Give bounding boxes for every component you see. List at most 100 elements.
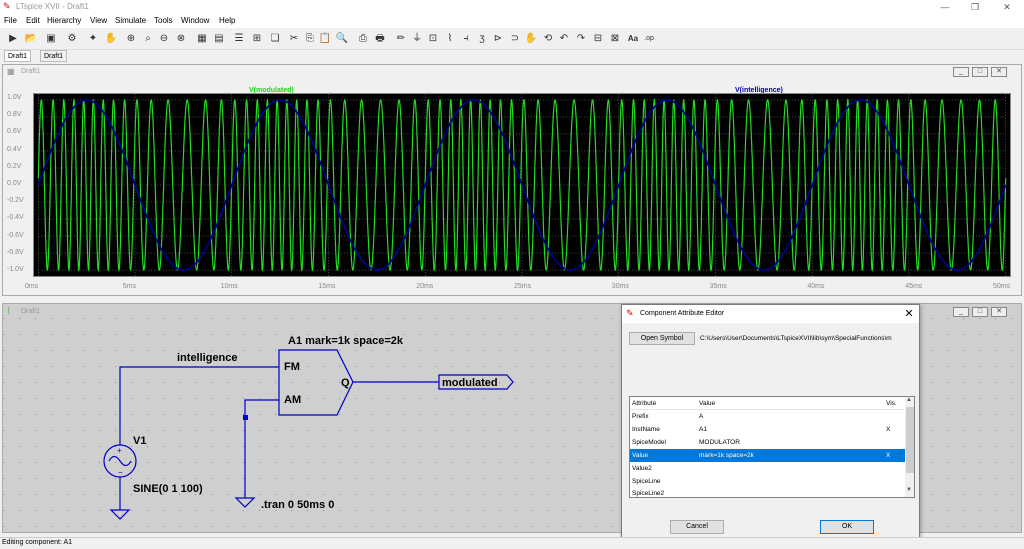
menu-simulate[interactable]: Simulate <box>115 16 146 25</box>
grid-icon[interactable]: ▤ <box>212 32 226 46</box>
scroll-down-icon[interactable]: ▼ <box>906 487 912 493</box>
header-vis[interactable]: Vis. <box>886 397 897 410</box>
y-tick-label: -1.0V <box>7 266 24 273</box>
diode-icon[interactable]: ⊳ <box>491 32 505 46</box>
tab-draft1-schematic[interactable]: Draft1 <box>4 50 32 62</box>
undo-icon[interactable]: ↶ <box>557 32 571 46</box>
rotate-icon[interactable]: ⊟ <box>591 32 605 46</box>
copy-icon[interactable]: ⎘ <box>303 32 317 46</box>
svg-text:−: − <box>118 468 123 477</box>
x-tick-label: 35ms <box>709 283 727 290</box>
find-icon[interactable]: 🔍 <box>335 32 349 46</box>
mirror-icon[interactable]: ⊠ <box>608 32 622 46</box>
minimize-icon[interactable]: _ <box>953 307 969 317</box>
x-tick-label: 50ms <box>993 283 1011 290</box>
redo-icon[interactable]: ↷ <box>574 32 588 46</box>
label-net-icon[interactable]: ⊡ <box>426 32 440 46</box>
menu-view[interactable]: View <box>90 16 107 25</box>
attribute-table[interactable]: Attribute Value Vis. Prefix A InstName A… <box>629 396 915 498</box>
print-icon[interactable]: 🖶 <box>373 32 387 46</box>
cell-value[interactable]: A <box>699 410 703 423</box>
schematic-icon: ⟨ <box>7 306 11 315</box>
waveform-plot[interactable] <box>33 93 1011 277</box>
autorange-icon[interactable]: ▦ <box>195 32 209 46</box>
capacitor-icon[interactable]: ⫞ <box>459 32 473 46</box>
spice-directive[interactable]: .tran 0 50ms 0 <box>261 499 334 511</box>
table-row[interactable]: Value2 <box>630 462 905 475</box>
y-tick-label: 0.4V <box>7 145 22 153</box>
zoom-in-icon[interactable]: ⊕ <box>124 32 138 46</box>
new-schematic-icon[interactable]: ▶ <box>6 32 20 46</box>
save-icon[interactable]: ▣ <box>44 32 58 46</box>
y-tick-label: 0.6V <box>7 128 22 136</box>
tile-horizontal-icon[interactable]: ☰ <box>232 32 246 46</box>
text-icon[interactable]: Aa <box>626 32 640 46</box>
y-tick-label: 0.2V <box>7 162 22 170</box>
net-label-intelligence[interactable]: intelligence <box>177 352 238 364</box>
menu-edit[interactable]: Edit <box>26 16 40 25</box>
ok-button[interactable]: OK <box>820 520 874 534</box>
minimize-icon[interactable]: — <box>938 1 952 13</box>
control-panel-icon[interactable]: ⚙ <box>65 32 79 46</box>
menu-help[interactable]: Help <box>219 16 235 25</box>
source-name[interactable]: V1 <box>133 435 146 447</box>
move-icon[interactable]: ✋ <box>524 32 538 46</box>
paste-icon[interactable]: 📋 <box>318 32 332 46</box>
menu-window[interactable]: Window <box>181 16 209 25</box>
zoom-out-icon[interactable]: ⊖ <box>157 32 171 46</box>
open-icon[interactable]: 📂 <box>24 32 38 46</box>
ground-icon[interactable]: ⏚ <box>410 32 424 46</box>
cell-value[interactable]: MODULATOR <box>699 436 740 449</box>
cut-icon[interactable]: ✂ <box>287 32 301 46</box>
run-icon[interactable]: ✦ <box>86 32 100 46</box>
cancel-button[interactable]: Cancel <box>670 520 724 534</box>
close-icon[interactable]: ✕ <box>902 307 916 320</box>
component-attribute-editor-dialog: ✎ Component Attribute Editor ✕ Open Symb… <box>621 304 920 540</box>
open-symbol-button[interactable]: Open Symbol <box>629 332 695 345</box>
cell-attribute: Value2 <box>632 465 652 472</box>
zoom-fit-icon[interactable]: ⊗ <box>174 32 188 46</box>
table-scrollbar[interactable]: ▲ ▼ <box>905 397 914 497</box>
print-setup-icon[interactable]: ⎙ <box>356 32 370 46</box>
restore-icon[interactable]: □ <box>972 67 988 77</box>
tab-draft1-waveform[interactable]: Draft1 <box>40 50 68 62</box>
app-title: LTspice XVII - Draft1 <box>16 2 89 11</box>
inductor-icon[interactable]: ʒ <box>475 32 489 46</box>
table-row-selected[interactable]: Value mark=1k space=2k X <box>630 449 905 462</box>
tile-vertical-icon[interactable]: ⊞ <box>250 32 264 46</box>
spice-directive-icon[interactable]: .op <box>642 32 656 46</box>
component-icon[interactable]: ⊃ <box>508 32 522 46</box>
scroll-up-icon[interactable]: ▲ <box>906 397 912 403</box>
pan-icon[interactable]: ⌕ <box>141 32 155 46</box>
table-row[interactable]: SpiceModel MODULATOR <box>630 436 905 449</box>
drag-icon[interactable]: ⟲ <box>541 32 555 46</box>
source-value[interactable]: SINE(0 1 100) <box>133 483 203 495</box>
header-attribute[interactable]: Attribute <box>632 397 656 410</box>
component-label[interactable]: A1 mark=1k space=2k <box>288 335 403 347</box>
table-row[interactable]: InstName A1 X <box>630 423 905 436</box>
menu-hierarchy[interactable]: Hierarchy <box>47 16 81 25</box>
wire-icon[interactable]: ✏ <box>394 32 408 46</box>
halt-icon[interactable]: ✋ <box>104 32 118 46</box>
waveform-window-title: Draft1 <box>21 68 41 75</box>
resistor-icon[interactable]: ⌇ <box>443 32 457 46</box>
table-row[interactable]: Prefix A <box>630 410 905 423</box>
cell-value[interactable]: mark=1k space=2k <box>699 449 754 462</box>
cascade-icon[interactable]: ❏ <box>268 32 282 46</box>
close-icon[interactable]: ✕ <box>991 67 1007 77</box>
cell-value[interactable]: A1 <box>699 423 707 436</box>
table-row[interactable]: SpiceLine2 <box>630 487 905 497</box>
header-value[interactable]: Value <box>699 397 715 410</box>
cell-vis[interactable]: X <box>886 449 890 462</box>
net-label-modulated[interactable]: modulated <box>442 377 498 389</box>
minimize-icon[interactable]: _ <box>953 67 969 77</box>
close-icon[interactable]: ✕ <box>991 307 1007 317</box>
close-icon[interactable]: ✕ <box>1000 1 1014 13</box>
menu-tools[interactable]: Tools <box>154 16 173 25</box>
menu-file[interactable]: File <box>4 16 17 25</box>
cell-vis[interactable]: X <box>886 423 890 436</box>
scroll-thumb[interactable] <box>906 407 914 473</box>
maximize-icon[interactable]: ❐ <box>968 1 982 13</box>
dialog-title-bar: ✎ Component Attribute Editor ✕ <box>622 305 919 323</box>
restore-icon[interactable]: □ <box>972 307 988 317</box>
